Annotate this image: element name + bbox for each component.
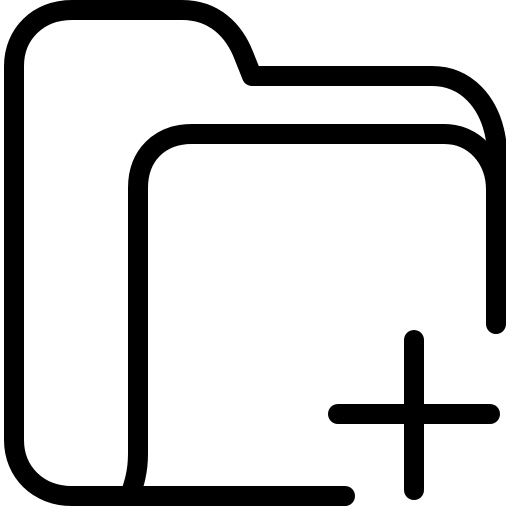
folder-front-outline (120, 124, 506, 506)
icon-canvas (0, 0, 512, 512)
folder-add-icon (4, 0, 506, 506)
